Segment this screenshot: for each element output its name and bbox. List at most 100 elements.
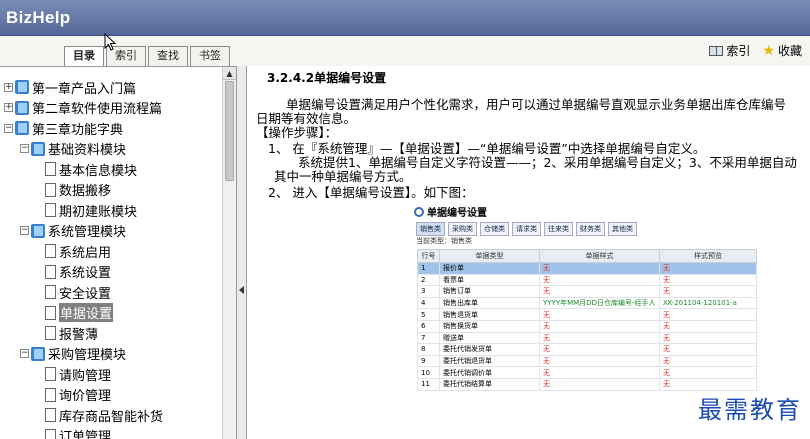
page-icon [45, 264, 56, 279]
tab-contents[interactable]: 目录 [64, 46, 104, 67]
cell-doc-style: 无 [539, 273, 660, 287]
table-row[interactable]: 7 赠送单无无 [417, 331, 757, 345]
figure-category-button[interactable]: 财务类 [576, 222, 605, 236]
cell-doc-type: 委托代销退货单 [439, 354, 540, 368]
watermark: 最需教育 [698, 396, 802, 424]
steps-header: 【操作步骤】： [256, 125, 338, 140]
table-row[interactable]: 5 销售退货单无无 [417, 308, 757, 321]
expand-icon[interactable]: + [4, 103, 13, 112]
app-title: BizHelp [6, 8, 71, 27]
collapse-icon[interactable]: − [20, 349, 29, 358]
page-icon [45, 387, 56, 402]
figure-category-button[interactable]: 采购类 [448, 222, 477, 236]
cell-style-preview: XK-201104-120101-a [659, 296, 757, 310]
cell-doc-style: 无 [539, 366, 660, 379]
figure-category-button[interactable]: 往来类 [544, 222, 573, 236]
tree-item[interactable]: + 第一章产品入门篇 [4, 77, 136, 97]
scroll-up-icon[interactable]: ▲ [223, 67, 236, 80]
page-icon [45, 203, 56, 217]
figure-current-type: 当前类型：销售类 [416, 237, 472, 245]
page-icon [45, 408, 56, 422]
tree-item[interactable]: 报警薄 [34, 323, 98, 343]
table-row[interactable]: 1 报价单无无 [417, 262, 757, 275]
help-content: 3.2.4.2单据编号设置 单据编号设置满足用户个性化需求，用户可以通过单据编号… [248, 66, 810, 439]
toolbar-right: 索引 ★ 收藏 [709, 42, 802, 59]
tab-search[interactable]: 查找 [148, 46, 188, 66]
tree-item[interactable]: 数据搬移 [34, 180, 111, 200]
cell-row-no: 6 [417, 319, 440, 333]
table-row[interactable]: 6 销售换货单无无 [417, 319, 757, 333]
step-2: 2、 进入【单据编号设置】。如下图： [268, 185, 474, 200]
cell-doc-style: 无 [539, 354, 660, 368]
table-row[interactable]: 4 销售出库单 YYYY年MM月DD日仓库编号-经手人 XK-201104-12010… [417, 296, 757, 310]
figure-category-button[interactable]: 请求类 [512, 222, 541, 236]
figure-category-button[interactable]: 仓储类 [480, 222, 509, 236]
cell-style-preview: 无 [659, 366, 757, 379]
cell-style-preview: 无 [659, 343, 757, 356]
book-icon [15, 100, 29, 115]
tree-item[interactable]: 询价管理 [34, 385, 111, 405]
collapse-icon[interactable]: − [4, 123, 13, 133]
tree-item-label: 第二章软件使用流程篇 [32, 102, 163, 117]
col-style-preview: 样式预览 [659, 249, 757, 263]
tree-item-label: 基础资料模块 [48, 143, 127, 158]
tree-item[interactable]: 订单管理 [34, 426, 111, 439]
tree-item[interactable]: 库存商品智能补货 [34, 405, 163, 425]
table-row[interactable]: 11 委托代销结算单无无 [417, 377, 757, 391]
cell-style-preview: 无 [659, 308, 757, 321]
tree-item[interactable]: 请购管理 [34, 364, 111, 384]
collapse-left-icon[interactable] [239, 286, 244, 294]
tree-item-label: 询价管理 [59, 389, 112, 404]
favorite-button[interactable]: ★ 收藏 [762, 42, 802, 59]
page-icon [45, 182, 56, 197]
table-row[interactable]: 3 销售订单无无 [417, 285, 757, 298]
figure-title: 单据编号设置 [414, 204, 487, 219]
step-1-desc-1: 系统提供1、单据编号自定义字符设置——；2、采用单据编号自定义；3、不采用单据自… [298, 155, 797, 170]
cell-row-no: 10 [417, 366, 440, 379]
index-button[interactable]: 索引 [709, 42, 750, 59]
collapse-icon[interactable]: − [20, 144, 29, 153]
collapse-icon[interactable]: − [20, 226, 29, 235]
page-icon [45, 428, 56, 439]
cell-doc-type: 销售退货单 [439, 308, 540, 321]
figure-table: 行号 单据类型 单据样式 样式预览 1 报价单无无 2 看票单无无 3 销售订单无无 4 销售… [417, 249, 757, 391]
page-icon [45, 162, 56, 176]
tree-item[interactable]: 单据设置 [34, 303, 114, 323]
cell-row-no: 11 [417, 377, 440, 391]
page-icon [45, 244, 56, 258]
cell-doc-type: 销售换货单 [439, 319, 540, 333]
book-icon [15, 121, 29, 135]
tree-item[interactable]: 期初建账模块 [34, 200, 137, 220]
tree-item[interactable]: 系统设置 [34, 262, 111, 282]
book-icon [31, 346, 45, 361]
tree-item[interactable]: 系统启用 [34, 241, 111, 261]
figure-category-button[interactable]: 销售类 [416, 222, 445, 236]
cell-row-no: 2 [417, 273, 440, 287]
tree-item[interactable]: 基本信息模块 [34, 159, 137, 179]
figure-category-button[interactable]: 其他类 [608, 222, 637, 236]
tree-item[interactable]: + 第二章软件使用流程篇 [4, 98, 162, 118]
cell-row-no: 5 [417, 308, 440, 321]
table-row[interactable]: 9 委托代销退货单无无 [417, 354, 757, 368]
tab-bookmarks[interactable]: 书签 [190, 46, 230, 66]
tree-scrollbar[interactable]: ▲ [222, 67, 236, 439]
tree-item[interactable]: 安全设置 [34, 282, 111, 302]
scroll-thumb[interactable] [225, 81, 234, 181]
tree-item-label: 数据搬移 [59, 184, 112, 199]
table-row[interactable]: 8 委托代销发货单无无 [417, 343, 757, 356]
panel-splitter[interactable] [237, 66, 247, 439]
tree-item[interactable]: − 采购管理模块 [20, 344, 126, 364]
book-icon [31, 141, 45, 156]
table-row[interactable]: 2 看票单无无 [417, 273, 757, 287]
tree-item[interactable]: − 第三章功能字典 [4, 118, 123, 138]
cell-doc-type: 赠送单 [439, 331, 540, 345]
tree-item[interactable]: − 系统管理模块 [20, 221, 126, 241]
cell-doc-type: 销售订单 [439, 285, 540, 298]
cell-style-preview: 无 [659, 319, 757, 333]
expand-icon[interactable]: + [4, 82, 13, 92]
tree-item[interactable]: − 基础资料模块 [20, 139, 126, 159]
cell-style-preview: 无 [659, 354, 757, 368]
table-row[interactable]: 10 委托代销调价单无无 [417, 366, 757, 379]
tree-item-label: 第三章功能字典 [32, 122, 124, 138]
cell-doc-type: 报价单 [439, 262, 540, 275]
